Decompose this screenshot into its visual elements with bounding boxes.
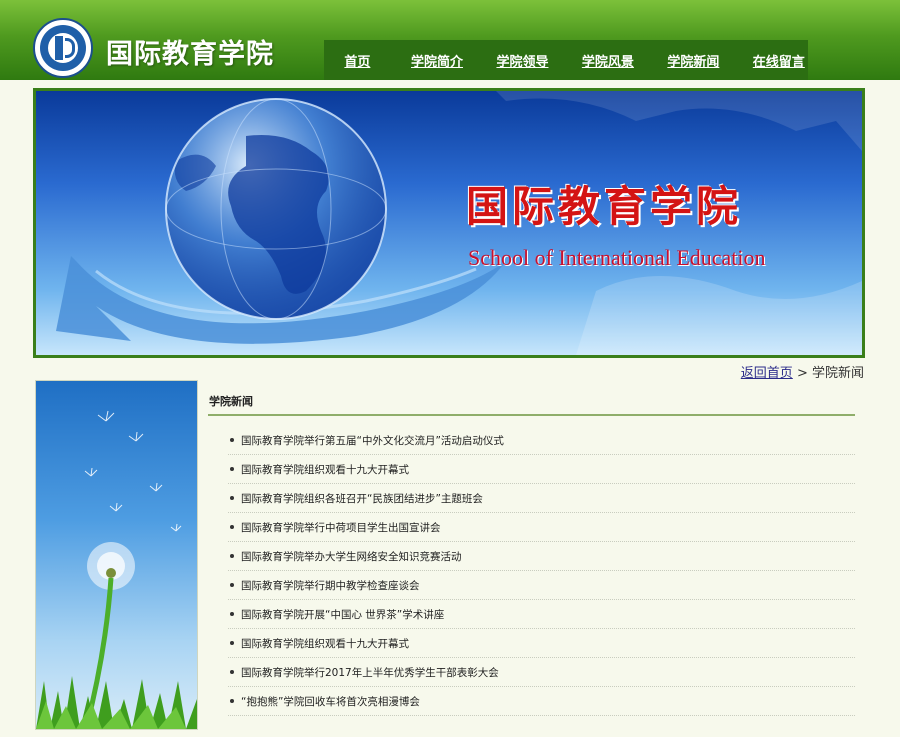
nav-news[interactable]: 学院新闻 (664, 51, 722, 70)
dandelion-sidebar-image (35, 380, 198, 730)
bullet-icon (230, 699, 234, 703)
breadcrumb-separator: > (796, 366, 808, 381)
university-logo-icon[interactable] (33, 18, 93, 78)
news-list: 国际教育学院举行第五届“中外文化交流月”活动启动仪式 国际教育学院组织观看十九大… (228, 426, 855, 716)
news-link[interactable]: 国际教育学院开展“中国心 世界茶”学术讲座 (241, 607, 444, 622)
news-link[interactable]: 国际教育学院组织观看十九大开幕式 (241, 636, 409, 651)
news-link[interactable]: 国际教育学院举行中荷项目学生出国宣讲会 (241, 520, 441, 535)
breadcrumb-current: 学院新闻 (811, 366, 864, 381)
news-link[interactable]: 国际教育学院组织观看十九大开幕式 (241, 462, 409, 477)
hero-banner: 国际教育学院 School of International Education (33, 88, 865, 358)
list-item[interactable]: 国际教育学院举行2017年上半年优秀学生干部表彰大会 (228, 658, 855, 687)
bullet-icon (230, 583, 234, 587)
bullet-icon (230, 554, 234, 558)
list-item[interactable]: 国际教育学院组织观看十九大开幕式 (228, 629, 855, 658)
bullet-icon (230, 670, 234, 674)
site-header: 国际教育学院 首页 学院简介 学院领导 学院风景 学院新闻 在线留言 (0, 0, 900, 80)
bullet-icon (230, 496, 234, 500)
list-item[interactable]: 国际教育学院组织观看十九大开幕式 (228, 455, 855, 484)
bullet-icon (230, 467, 234, 471)
dandelion-icon (36, 410, 197, 729)
bullet-icon (230, 612, 234, 616)
list-item[interactable]: 国际教育学院举行期中教学检查座谈会 (228, 571, 855, 600)
breadcrumb-home-link[interactable]: 返回首页 (741, 366, 793, 381)
news-link[interactable]: 国际教育学院举行期中教学检查座谈会 (241, 578, 420, 593)
news-link[interactable]: 国际教育学院举行2017年上半年优秀学生干部表彰大会 (241, 665, 499, 680)
breadcrumb: 返回首页 > 学院新闻 (741, 362, 864, 381)
nav-home[interactable]: 首页 (334, 51, 381, 70)
bullet-icon (230, 438, 234, 442)
banner-title-cn: 国际教育学院 (466, 182, 743, 231)
section-divider (208, 414, 855, 416)
main-nav: 首页 学院简介 学院领导 学院风景 学院新闻 在线留言 (324, 40, 808, 80)
nav-scenery[interactable]: 学院风景 (579, 51, 637, 70)
nav-about[interactable]: 学院简介 (408, 51, 466, 70)
nav-message[interactable]: 在线留言 (750, 51, 808, 70)
news-link[interactable]: 国际教育学院组织各班召开“民族团结进步”主题班会 (241, 491, 483, 506)
banner-title-en: School of International Education (468, 245, 766, 270)
site-title: 国际教育学院 (106, 39, 274, 70)
news-link[interactable]: “抱抱熊”学院回收车将首次亮相漫博会 (241, 694, 420, 709)
list-item[interactable]: 国际教育学院举行中荷项目学生出国宣讲会 (228, 513, 855, 542)
list-item[interactable]: 国际教育学院举办大学生网络安全知识竞赛活动 (228, 542, 855, 571)
bullet-icon (230, 525, 234, 529)
list-item[interactable]: 国际教育学院开展“中国心 世界茶”学术讲座 (228, 600, 855, 629)
section-title: 学院新闻 (209, 395, 253, 408)
list-item[interactable]: “抱抱熊”学院回收车将首次亮相漫博会 (228, 687, 855, 716)
nav-leadership[interactable]: 学院领导 (493, 51, 551, 70)
list-item[interactable]: 国际教育学院举行第五届“中外文化交流月”活动启动仪式 (228, 426, 855, 455)
list-item[interactable]: 国际教育学院组织各班召开“民族团结进步”主题班会 (228, 484, 855, 513)
news-link[interactable]: 国际教育学院举行第五届“中外文化交流月”活动启动仪式 (241, 433, 504, 448)
bullet-icon (230, 641, 234, 645)
news-link[interactable]: 国际教育学院举办大学生网络安全知识竞赛活动 (241, 549, 462, 564)
